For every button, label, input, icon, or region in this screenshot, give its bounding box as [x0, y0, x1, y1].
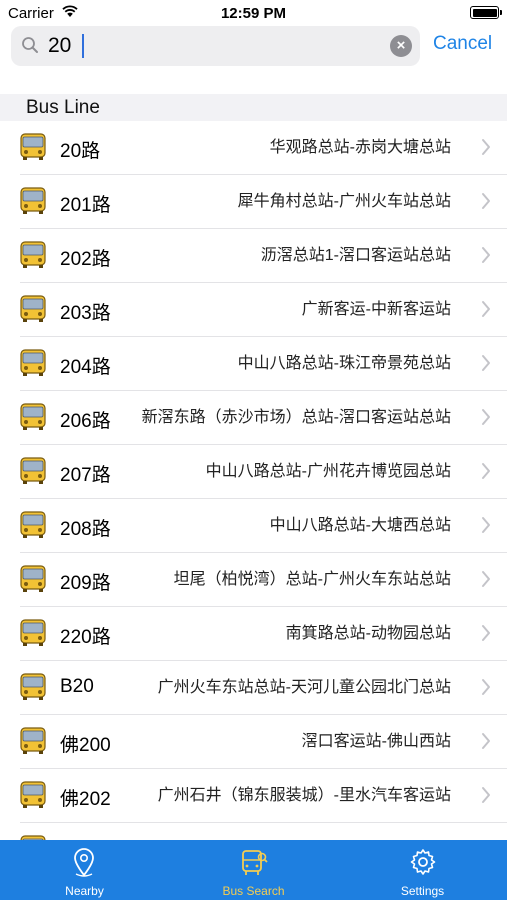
- line-route: 广州火车东站总站-天河儿童公园北门总站: [157, 679, 451, 696]
- section-title: Bus Line: [26, 97, 100, 118]
- line-number: 佛202: [60, 789, 111, 810]
- tab-nearby[interactable]: Nearby: [0, 840, 169, 900]
- line-route: 中山八路总站-广州花卉博览园总站: [205, 463, 451, 480]
- tab-label: Settings: [400, 884, 445, 898]
- location-pin-icon: [71, 848, 97, 883]
- battery-icon: [470, 6, 502, 19]
- bus-icon: [20, 781, 46, 814]
- tab-settings[interactable]: Settings: [338, 840, 507, 900]
- chevron-right-icon: [481, 300, 491, 323]
- chevron-right-icon: [481, 570, 491, 593]
- bus-icon: [20, 241, 46, 274]
- chevron-right-icon: [481, 516, 491, 539]
- bus-line-row[interactable]: 佛202 广州石井（锦东服装城）-里水汽车客运站: [20, 769, 507, 823]
- line-route: 坦尾（柏悦湾）总站-广州火车东站总站: [173, 571, 451, 588]
- bus-icon: [20, 403, 46, 436]
- bus-line-row[interactable]: 佛200 滘口客运站-佛山西站: [20, 715, 507, 769]
- bus-line-row[interactable]: 高峰20广州火车东站总站-天河儿童公园北门总站: [20, 823, 507, 840]
- line-route: 沥滘总站1-滘口客运站总站: [260, 247, 451, 264]
- bus-icon: [20, 727, 46, 760]
- chevron-right-icon: [481, 462, 491, 485]
- chevron-right-icon: [481, 192, 491, 215]
- bus-line-row[interactable]: 202路 沥滘总站1-滘口客运站总站: [20, 229, 507, 283]
- search-icon: [21, 36, 39, 59]
- bus-line-row[interactable]: 209路 坦尾（柏悦湾）总站-广州火车东站总站: [20, 553, 507, 607]
- line-number: 206路: [60, 411, 111, 432]
- chevron-right-icon: [481, 786, 491, 809]
- line-number: B20: [60, 676, 94, 697]
- search-row: × Cancel: [0, 26, 507, 74]
- bus-icon: [20, 565, 46, 598]
- line-route: 南箕路总站-动物园总站: [285, 625, 451, 642]
- chevron-right-icon: [481, 732, 491, 755]
- chevron-right-icon: [481, 408, 491, 431]
- line-route: 新滘东路（赤沙市场）总站-滘口客运站总站: [141, 409, 451, 426]
- line-number: 20路: [60, 141, 101, 162]
- line-number: 203路: [60, 303, 111, 324]
- search-field[interactable]: ×: [11, 26, 420, 66]
- bus-search-icon: [240, 848, 268, 883]
- text-cursor: [82, 34, 84, 58]
- bus-icon: [20, 295, 46, 328]
- bus-line-row[interactable]: 203路 广新客运-中新客运站: [20, 283, 507, 337]
- line-route: 中山八路总站-大塘西总站: [269, 517, 451, 534]
- line-route: 广州火车东站总站-天河儿童公园北门总站: [115, 823, 451, 840]
- chevron-right-icon: [481, 624, 491, 647]
- chevron-right-icon: [481, 138, 491, 161]
- line-number: 208路: [60, 519, 111, 540]
- search-input[interactable]: [48, 30, 378, 62]
- bus-line-row[interactable]: 206路 新滘东路（赤沙市场）总站-滘口客运站总站: [20, 391, 507, 445]
- bus-line-row[interactable]: 20路 华观路总站-赤岗大塘总站: [20, 121, 507, 175]
- bus-line-row[interactable]: 207路 中山八路总站-广州花卉博览园总站: [20, 445, 507, 499]
- bus-icon: [20, 511, 46, 544]
- line-number: 207路: [60, 465, 111, 486]
- line-route: 广新客运-中新客运站: [301, 301, 451, 318]
- line-route: 滘口客运站-佛山西站: [301, 733, 451, 750]
- section-header: Bus Line: [0, 94, 507, 121]
- bus-line-row[interactable]: 204路 中山八路总站-珠江帝景苑总站: [20, 337, 507, 391]
- line-route: 犀牛角村总站-广州火车站总站: [237, 193, 451, 210]
- bus-icon: [20, 619, 46, 652]
- bus-line-row[interactable]: 201路 犀牛角村总站-广州火车站总站: [20, 175, 507, 229]
- chevron-right-icon: [481, 246, 491, 269]
- line-route: 华观路总站-赤岗大塘总站: [269, 139, 451, 156]
- chevron-right-icon: [481, 678, 491, 701]
- bus-icon: [20, 673, 46, 706]
- cancel-button[interactable]: Cancel: [433, 33, 492, 55]
- line-route: 中山八路总站-珠江帝景苑总站: [237, 355, 451, 372]
- bus-icon: [20, 133, 46, 166]
- status-bar: Carrier 12:59 PM: [0, 0, 507, 28]
- tab-bus-search[interactable]: Bus Search: [169, 840, 338, 900]
- bus-icon: [20, 349, 46, 382]
- tab-bar: Nearby Bus Search Settings: [0, 840, 507, 900]
- bus-line-row[interactable]: 208路 中山八路总站-大塘西总站: [20, 499, 507, 553]
- line-number: 220路: [60, 627, 111, 648]
- line-route: 广州石井（锦东服装城）-里水汽车客运站: [157, 787, 451, 804]
- line-number: 佛200: [60, 735, 111, 756]
- clear-search-icon[interactable]: ×: [390, 35, 412, 57]
- bus-icon: [20, 457, 46, 490]
- status-time: 12:59 PM: [220, 5, 287, 22]
- line-number: 202路: [60, 249, 111, 270]
- chevron-right-icon: [481, 354, 491, 377]
- line-number: 204路: [60, 357, 111, 378]
- tab-label: Bus Search: [222, 884, 285, 898]
- bus-line-row[interactable]: B20 广州火车东站总站-天河儿童公园北门总站: [20, 661, 507, 715]
- line-number: 201路: [60, 195, 111, 216]
- gear-icon: [409, 848, 437, 881]
- bus-line-row[interactable]: 220路 南箕路总站-动物园总站: [20, 607, 507, 661]
- tab-label: Nearby: [65, 884, 104, 898]
- line-number: 209路: [60, 573, 111, 594]
- bus-line-list[interactable]: 20路 华观路总站-赤岗大塘总站 201路 犀牛角村总站-广州火车站总站 202路 沥滘总…: [0, 121, 507, 840]
- bus-icon: [20, 187, 46, 220]
